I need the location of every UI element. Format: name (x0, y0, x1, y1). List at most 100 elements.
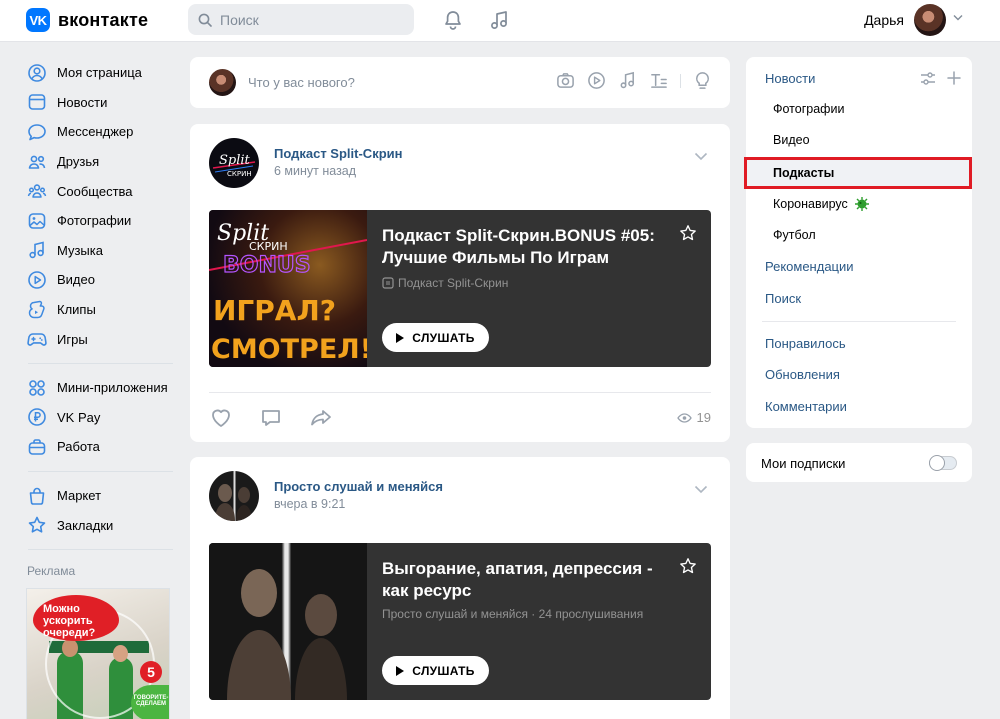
menu-coronavirus[interactable]: Коронавирус (773, 196, 870, 212)
sidebar-item-communities[interactable]: Сообщества (26, 176, 176, 206)
left-navigation: Моя страница Новости Мессенджер Друзья Сообщ… (26, 58, 176, 719)
sidebar-item-label: Новости (57, 94, 108, 110)
post-composer[interactable]: Что у вас нового? (190, 57, 730, 108)
notifications-bell-icon[interactable] (442, 9, 464, 31)
search-box[interactable] (188, 4, 414, 35)
podcast-source-text: Подкаст Split-Скрин (398, 276, 509, 290)
podcast-cover[interactable] (209, 543, 367, 700)
sidebar-item-photo[interactable]: Фотографии (26, 206, 176, 236)
podcast-attachment[interactable]: Выгорание, апатия, депрессия - как ресур… (209, 543, 711, 700)
sidebar-item-star[interactable]: Закладки (26, 510, 176, 540)
add-plus-icon[interactable] (947, 71, 961, 85)
sidebar-item-gamepad[interactable]: Игры (26, 324, 176, 354)
sidebar-item-clips[interactable]: Клипы (26, 295, 176, 325)
post-menu-chevron-icon[interactable] (694, 485, 708, 494)
sidebar-item-message[interactable]: Мессенджер (26, 117, 176, 147)
filter-settings-icon[interactable] (920, 72, 936, 86)
my-subscriptions-label: Мои подписки (761, 456, 846, 471)
tools-divider (680, 73, 681, 88)
sidebar-item-user-circle[interactable]: Моя страница (26, 58, 176, 88)
sidebar-item-music[interactable]: Музыка (26, 236, 176, 266)
sidebar-item-friends[interactable]: Друзья (26, 147, 176, 177)
like-heart-icon[interactable] (209, 406, 233, 430)
ad-tag: ГОВОРИТЕ-СДЕЛАЕМ (131, 684, 169, 719)
podcast-title[interactable]: Подкаст Split-Скрин.BONUS #05: Лучшие Фи… (382, 225, 672, 269)
vk-logo[interactable]: VK вконтакте (26, 8, 148, 32)
post-author-avatar[interactable]: Split СКРИН (209, 138, 259, 188)
post-author-name[interactable]: Просто слушай и меняйся (274, 479, 443, 494)
menu-liked[interactable]: Понравилось (765, 336, 846, 351)
listen-button[interactable]: СЛУШАТЬ (382, 656, 489, 685)
sidebar-item-label: Работа (57, 439, 100, 455)
vk-logo-badge: VK (26, 8, 50, 32)
sidebar-item-briefcase[interactable]: Работа (26, 432, 176, 462)
menu-comments[interactable]: Комментарии (765, 399, 847, 414)
sidebar-item-apps[interactable]: Мини-приложения (26, 373, 176, 403)
share-icon[interactable] (309, 406, 333, 430)
user-menu[interactable]: Дарья (864, 4, 946, 36)
podcast-cover[interactable]: Split СКРИН BONUS ИГРАЛ? СМОТРЕЛ! (209, 210, 372, 367)
sidebar-item-label: Мессенджер (57, 124, 134, 140)
apps-icon (27, 378, 47, 398)
split-screen-logo: Split СКРИН (209, 138, 259, 188)
sidebar-item-vkpay[interactable]: VK Pay (26, 403, 176, 433)
sidebar-item-label: Моя страница (57, 65, 142, 81)
subscriptions-toggle[interactable] (929, 455, 957, 471)
menu-recommendations[interactable]: Рекомендации (765, 259, 854, 274)
bookmark-star-icon[interactable] (679, 557, 697, 575)
post-timestamp[interactable]: 6 минут назад (274, 164, 356, 178)
post-author-avatar[interactable] (209, 471, 259, 521)
music-icon[interactable] (618, 71, 637, 90)
chevron-down-icon[interactable] (953, 14, 963, 21)
user-avatar (914, 4, 946, 36)
podcast-title[interactable]: Выгорание, апатия, депрессия - как ресур… (382, 558, 672, 602)
sidebar-item-video[interactable]: Видео (26, 265, 176, 295)
lightbulb-icon[interactable] (693, 71, 712, 90)
menu-football[interactable]: Футбол (773, 228, 816, 242)
menu-video[interactable]: Видео (773, 133, 810, 147)
search-input[interactable] (220, 11, 400, 28)
ad-label: Реклама (27, 563, 76, 578)
svg-text:Split: Split (219, 153, 251, 168)
post-author-name[interactable]: Подкаст Split-Скрин (274, 146, 402, 161)
menu-photos[interactable]: Фотографии (773, 102, 844, 116)
podcast-cover-art (227, 569, 347, 700)
video-icon (27, 270, 47, 290)
briefcase-icon (27, 437, 47, 457)
communities-icon (27, 181, 47, 201)
podcast-source[interactable]: Просто слушай и меняйся · 24 прослушиван… (382, 607, 643, 621)
article-icon[interactable] (649, 71, 668, 90)
composer-placeholder[interactable]: Что у вас нового? (248, 75, 355, 90)
music-note-icon[interactable] (488, 9, 510, 31)
top-header: VK вконтакте Дарья (0, 0, 1000, 42)
sidebar-item-label: Игры (57, 331, 88, 347)
play-icon (396, 665, 405, 676)
nav-divider (28, 470, 173, 472)
menu-news[interactable]: Новости (765, 71, 815, 86)
sidebar-item-bag[interactable]: Маркет (26, 481, 176, 511)
post-timestamp[interactable]: вчера в 9:21 (274, 497, 345, 511)
menu-podcasts-selected[interactable]: Подкасты (744, 157, 972, 189)
vkpay-icon (27, 407, 47, 427)
podcast-attachment[interactable]: Split СКРИН BONUS ИГРАЛ? СМОТРЕЛ! Подкас… (209, 210, 711, 367)
post-menu-chevron-icon[interactable] (694, 152, 708, 161)
camera-icon[interactable] (556, 71, 575, 90)
ad-tag-text: ГОВОРИТЕ-СДЕЛАЕМ (133, 694, 169, 707)
svg-text:СКРИН: СКРИН (227, 170, 252, 178)
comment-icon[interactable] (259, 406, 283, 430)
menu-updates[interactable]: Обновления (765, 367, 840, 382)
sidebar-item-label: Маркет (57, 488, 102, 504)
video-play-icon[interactable] (587, 71, 606, 90)
cover-line-4: ИГРАЛ? (213, 294, 336, 327)
menu-search[interactable]: Поиск (765, 291, 801, 306)
bookmark-star-icon[interactable] (679, 224, 697, 242)
photo-icon (27, 211, 47, 231)
sidebar-item-newspaper[interactable]: Новости (26, 88, 176, 118)
virus-icon (854, 197, 869, 211)
ad-banner[interactable]: Можно ускорить очереди? 5 ГОВОРИТЕ-СДЕЛА… (26, 587, 170, 719)
nav-divider (28, 548, 173, 550)
listen-button[interactable]: СЛУШАТЬ (382, 323, 489, 352)
podcast-source[interactable]: Подкаст Split-Скрин (382, 276, 508, 290)
menu-coronavirus-label: Коронавирус (773, 197, 848, 211)
views-count: 19 (696, 410, 711, 425)
